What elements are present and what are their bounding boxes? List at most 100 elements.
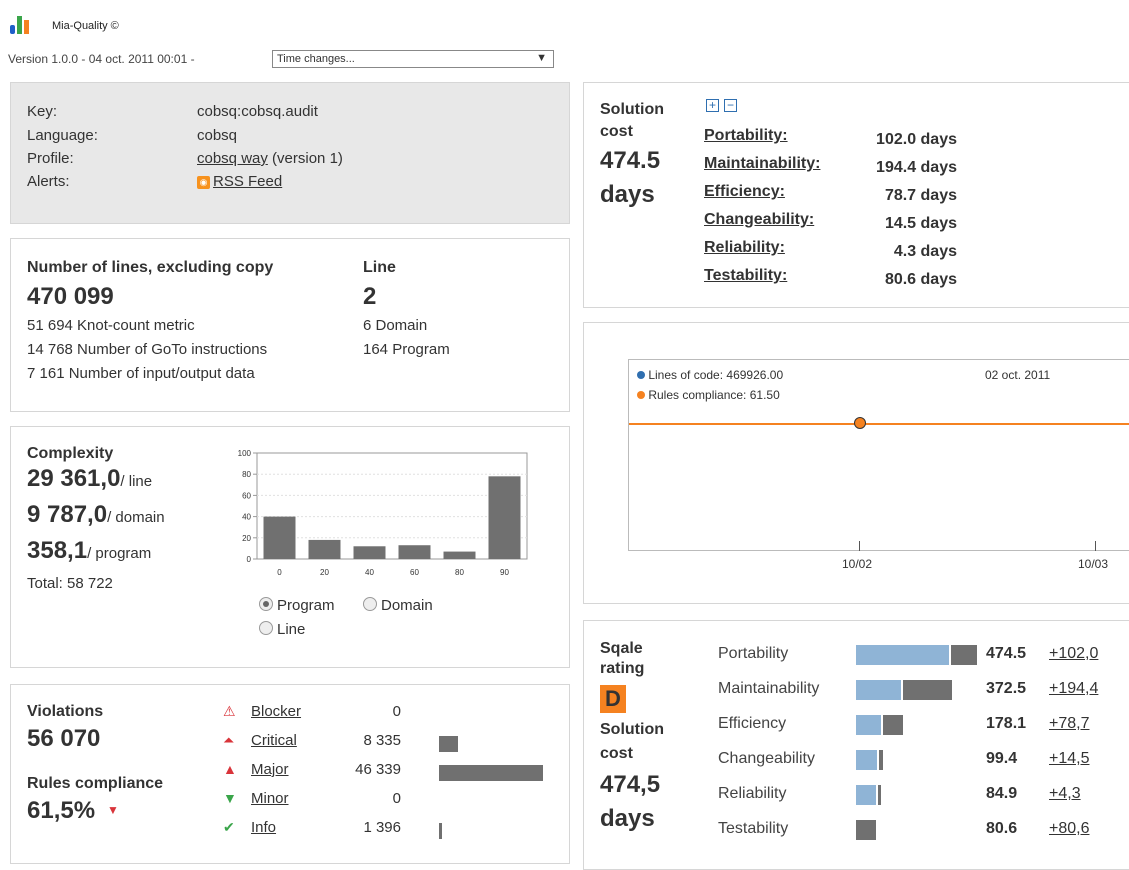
cost-item-testability[interactable]: Testability:: [704, 267, 787, 285]
data-point-marker[interactable]: [854, 417, 866, 429]
sqale-base-bar: [856, 785, 876, 805]
sqale-base-bar: [856, 645, 949, 665]
cost-item-maintainability[interactable]: Maintainability:: [704, 155, 820, 173]
lines-detail: 7 161 Number of input/output data: [27, 365, 255, 382]
radio-domain[interactable]: Domain: [363, 597, 433, 614]
line-title: Line: [363, 259, 396, 276]
severity-bar: [439, 823, 442, 839]
sqale-own-bar: [879, 750, 883, 770]
x-tick-label: 10/02: [842, 557, 873, 571]
x-tick-label: 60: [410, 568, 419, 577]
severity-link-blocker[interactable]: Blocker: [251, 703, 301, 720]
sqale-rating-title: Sqale rating: [600, 640, 645, 677]
rules-compliance-line: [629, 423, 1129, 425]
sqale-row-label: Efficiency: [718, 715, 787, 732]
radio-line-label: Line: [277, 621, 306, 638]
radio-program-indicator[interactable]: [259, 597, 273, 611]
severity-count: 8 335: [363, 732, 401, 749]
complexity-per-program: 358,1/ program: [27, 537, 151, 565]
complexity-per-line: 29 361,0/ line: [27, 465, 152, 493]
lines-title: Number of lines, excluding copy: [27, 259, 274, 276]
major-icon: ▲: [223, 761, 237, 777]
sqale-row-delta-link[interactable]: +14,5: [1049, 750, 1089, 768]
bar: [398, 545, 431, 559]
rules-compliance: 61,5% ▼: [27, 797, 119, 825]
sqale-row-label: Portability: [718, 645, 789, 662]
sqale-own-bar: [903, 680, 952, 700]
x-tick-label: 20: [320, 568, 329, 577]
chevron-down-icon: ▼: [536, 52, 547, 64]
cost-item-portability[interactable]: Portability:: [704, 127, 788, 145]
legend-lines-of-code-label: Lines of code: 469926.00: [648, 368, 784, 382]
sqale-row-delta-link[interactable]: +102,0: [1049, 645, 1098, 663]
lines-panel: Number of lines, excluding copy 470 099 …: [10, 238, 570, 412]
sqale-rating-badge: D: [600, 685, 626, 713]
lines-detail: 51 694 Knot-count metric: [27, 317, 195, 334]
cost-item-changeability[interactable]: Changeability:: [704, 211, 814, 229]
complexity-per-domain-value: 9 787,0: [27, 501, 108, 528]
lines-value: 470 099: [27, 283, 114, 310]
plot-area: [256, 452, 528, 560]
x-tick-label: 0: [277, 568, 282, 577]
cost-item-value: 80.6 days: [884, 271, 957, 288]
cost-item-efficiency[interactable]: Efficiency:: [704, 183, 785, 201]
radio-line-indicator[interactable]: [259, 621, 273, 635]
cost-item-reliability[interactable]: Reliability:: [704, 239, 785, 257]
legend-dot-icon: [637, 371, 645, 379]
cost-item-value: 102.0 days: [876, 131, 957, 148]
sqale-cost-subtitle: cost: [600, 745, 633, 762]
radio-domain-indicator[interactable]: [363, 597, 377, 611]
profile-version: (version 1): [272, 150, 343, 167]
complexity-per-domain: 9 787,0/ domain: [27, 501, 165, 529]
sqale-panel: Sqale rating D Solution cost 474,5 days …: [583, 620, 1129, 870]
sqale-base-bar: [856, 750, 877, 770]
trend-down-icon: ▼: [106, 803, 119, 817]
sqale-row-delta-link[interactable]: +80,6: [1049, 820, 1089, 838]
solution-cost-unit: days: [600, 181, 655, 208]
timeline-date: 02 oct. 2011: [985, 368, 1051, 382]
solution-cost-subtitle: cost: [600, 123, 633, 140]
sqale-row-delta-link[interactable]: +4,3: [1049, 785, 1081, 803]
blocker-icon: ⚠: [223, 703, 236, 719]
sqale-row-total: 99.4: [986, 750, 1018, 767]
complexity-title: Complexity: [27, 445, 114, 462]
sqale-row-delta-link[interactable]: +78,7: [1049, 715, 1089, 733]
severity-link-info[interactable]: Info: [251, 819, 276, 836]
bar: [353, 546, 386, 559]
bar: [263, 516, 296, 559]
time-changes-select[interactable]: Time changes... ▼: [272, 50, 554, 68]
cost-item-value: 78.7 days: [884, 187, 957, 204]
bar: [308, 539, 341, 559]
profile-link[interactable]: cobsq way: [197, 150, 268, 167]
profile-label: Profile:: [27, 150, 74, 167]
sqale-row-total: 80.6: [986, 820, 1018, 837]
severity-count: 46 339: [355, 761, 401, 778]
profile-value: cobsq way (version 1): [197, 150, 343, 167]
severity-link-critical[interactable]: Critical: [251, 732, 297, 749]
violations-value: 56 070: [27, 725, 101, 752]
y-tick-label: 40: [242, 513, 251, 522]
radio-line[interactable]: Line: [259, 621, 305, 638]
bar: [443, 551, 476, 559]
complexity-panel: Complexity 29 361,0/ line 9 787,0/ domai…: [10, 426, 570, 668]
complexity-per-program-value: 358,1: [27, 537, 88, 564]
severity-count: 0: [392, 790, 401, 807]
sqale-row-label: Reliability: [718, 785, 787, 802]
sqale-base-bar: [856, 715, 881, 735]
y-tick-label: 20: [242, 534, 251, 543]
language-label: Language:: [27, 127, 98, 144]
severity-link-minor[interactable]: Minor: [251, 790, 289, 807]
complexity-per-line-unit: / line: [120, 473, 153, 490]
mia-quality-logo: [10, 12, 46, 34]
legend-rules-compliance: Rules compliance: 61.50: [637, 388, 780, 402]
radio-program[interactable]: Program: [259, 597, 335, 614]
expand-icon[interactable]: +: [706, 99, 719, 112]
collapse-icon[interactable]: −: [724, 99, 737, 112]
sqale-row-total: 372.5: [986, 680, 1027, 697]
rss-feed-link[interactable]: RSS Feed: [213, 173, 282, 190]
y-tick-label: 60: [242, 491, 251, 500]
severity-link-major[interactable]: Major: [251, 761, 289, 778]
severity-count: 0: [392, 703, 401, 720]
sqale-row-label: Changeability: [718, 750, 815, 767]
sqale-row-delta-link[interactable]: +194,4: [1049, 680, 1098, 698]
